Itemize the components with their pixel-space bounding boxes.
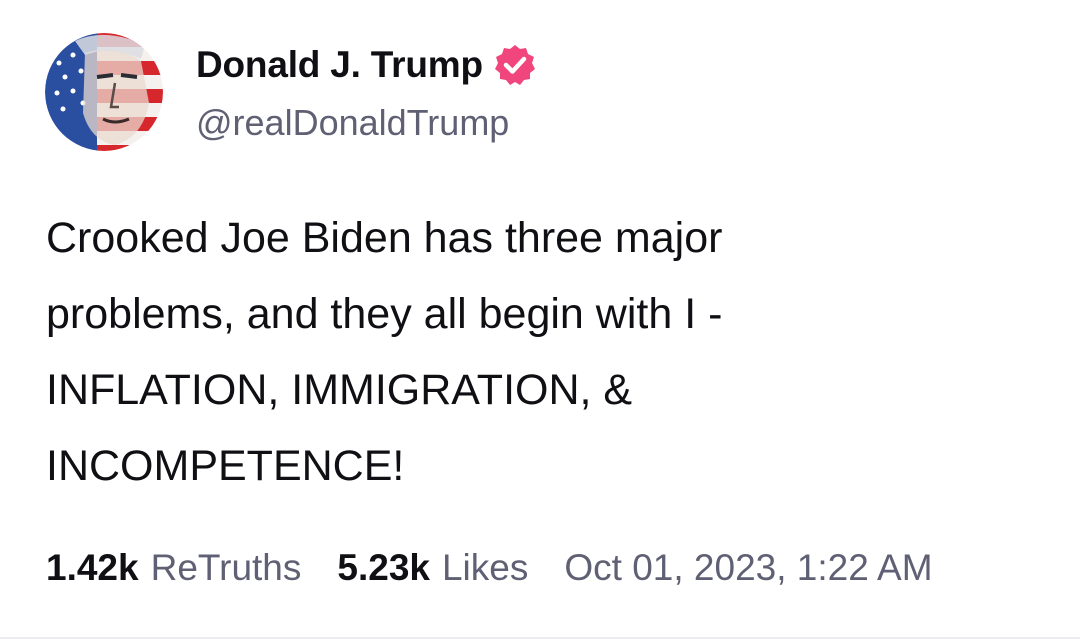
post-timestamp[interactable]: Oct 01, 2023, 1:22 AM (564, 547, 932, 589)
author-display-name[interactable]: Donald J. Trump (196, 44, 483, 86)
post-stats: 1.42k ReTruths 5.23k Likes Oct 01, 2023,… (46, 538, 933, 598)
verified-badge-icon (493, 43, 537, 87)
avatar-portrait-icon (45, 33, 163, 151)
author-name-row: Donald J. Trump (196, 40, 537, 90)
likes-count: 5.23k (337, 547, 430, 588)
retruths-count: 1.42k (46, 547, 139, 588)
post-body-text: Crooked Joe Biden has three major proble… (46, 214, 723, 490)
avatar[interactable] (45, 33, 163, 151)
likes-label: Likes (441, 547, 529, 588)
post-card: Donald J. Trump @realDonaldTrump Crooked… (0, 0, 1080, 639)
retruths-stat[interactable]: 1.42k ReTruths (46, 547, 301, 589)
likes-stat[interactable]: 5.23k Likes (337, 547, 528, 589)
retruths-label: ReTruths (150, 547, 302, 588)
author-handle[interactable]: @realDonaldTrump (196, 102, 509, 144)
